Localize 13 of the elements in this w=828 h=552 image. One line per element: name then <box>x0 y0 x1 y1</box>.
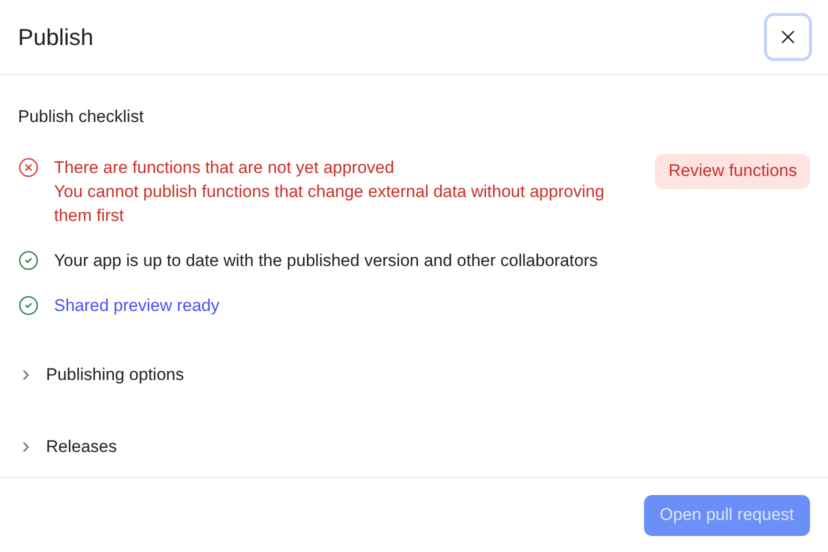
review-functions-button[interactable]: Review functions <box>655 154 810 188</box>
error-description: You cannot publish functions that change external data without approving them first <box>54 180 606 226</box>
checklist-heading: Publish checklist <box>18 106 145 128</box>
section-toggle[interactable]: Releases <box>18 428 810 464</box>
shared-preview-link[interactable]: Shared preview ready <box>54 293 220 318</box>
check-icon <box>18 250 39 271</box>
error-icon <box>18 156 39 178</box>
error-title: There are functions that are not yet approved <box>54 156 396 178</box>
section-toggle[interactable]: Publishing options <box>18 356 810 392</box>
status-text: Your app is up to date with the published version and other collaborators <box>54 250 598 272</box>
dialog-title: Publish <box>18 22 94 52</box>
close-button[interactable] <box>764 13 812 61</box>
check-icon <box>18 295 39 316</box>
